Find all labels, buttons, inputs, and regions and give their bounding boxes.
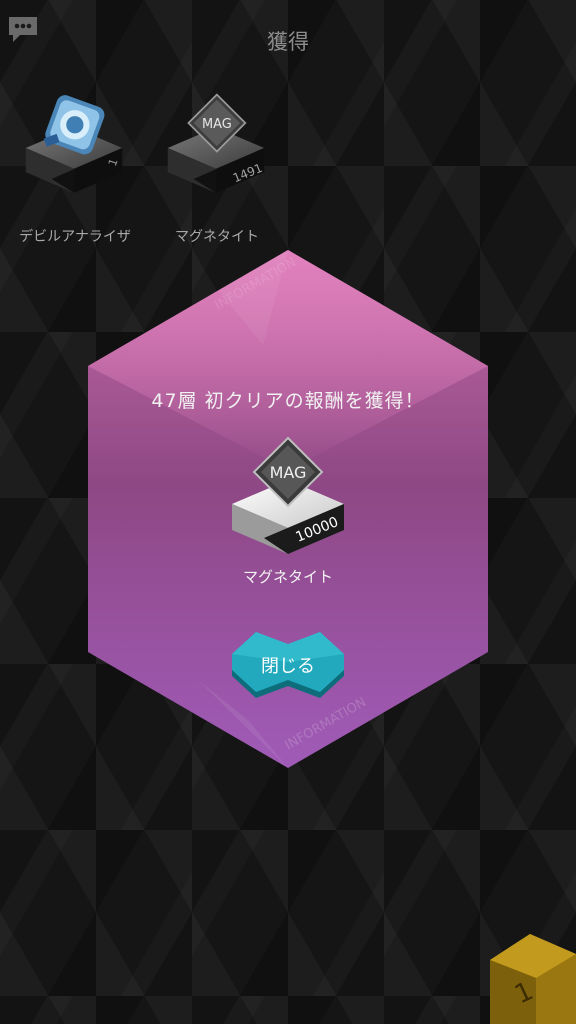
reward-message: 47層 初クリアの報酬を獲得！: [151, 390, 425, 412]
item-tile-devil-analyzer[interactable]: 1: [18, 86, 130, 198]
reward-item-tile: MAG 10000: [232, 436, 344, 554]
item-tile-magnetite[interactable]: MAG 1491: [160, 86, 272, 198]
reward-item-label: マグネタイト: [242, 568, 333, 586]
item-label: マグネタイト: [175, 229, 259, 245]
item-label: デビルアナライザ: [19, 229, 131, 245]
page-title: 獲得: [267, 30, 309, 54]
arrow-next-icon[interactable]: 1: [480, 934, 576, 1024]
close-button[interactable]: [230, 630, 346, 702]
mag-badge: MAG: [270, 463, 307, 482]
mag-badge: MAG: [202, 117, 232, 132]
screen: 獲得 1 デビルアナライザ MAG 1491 マグネタイト INFORMATIO…: [0, 0, 576, 1024]
